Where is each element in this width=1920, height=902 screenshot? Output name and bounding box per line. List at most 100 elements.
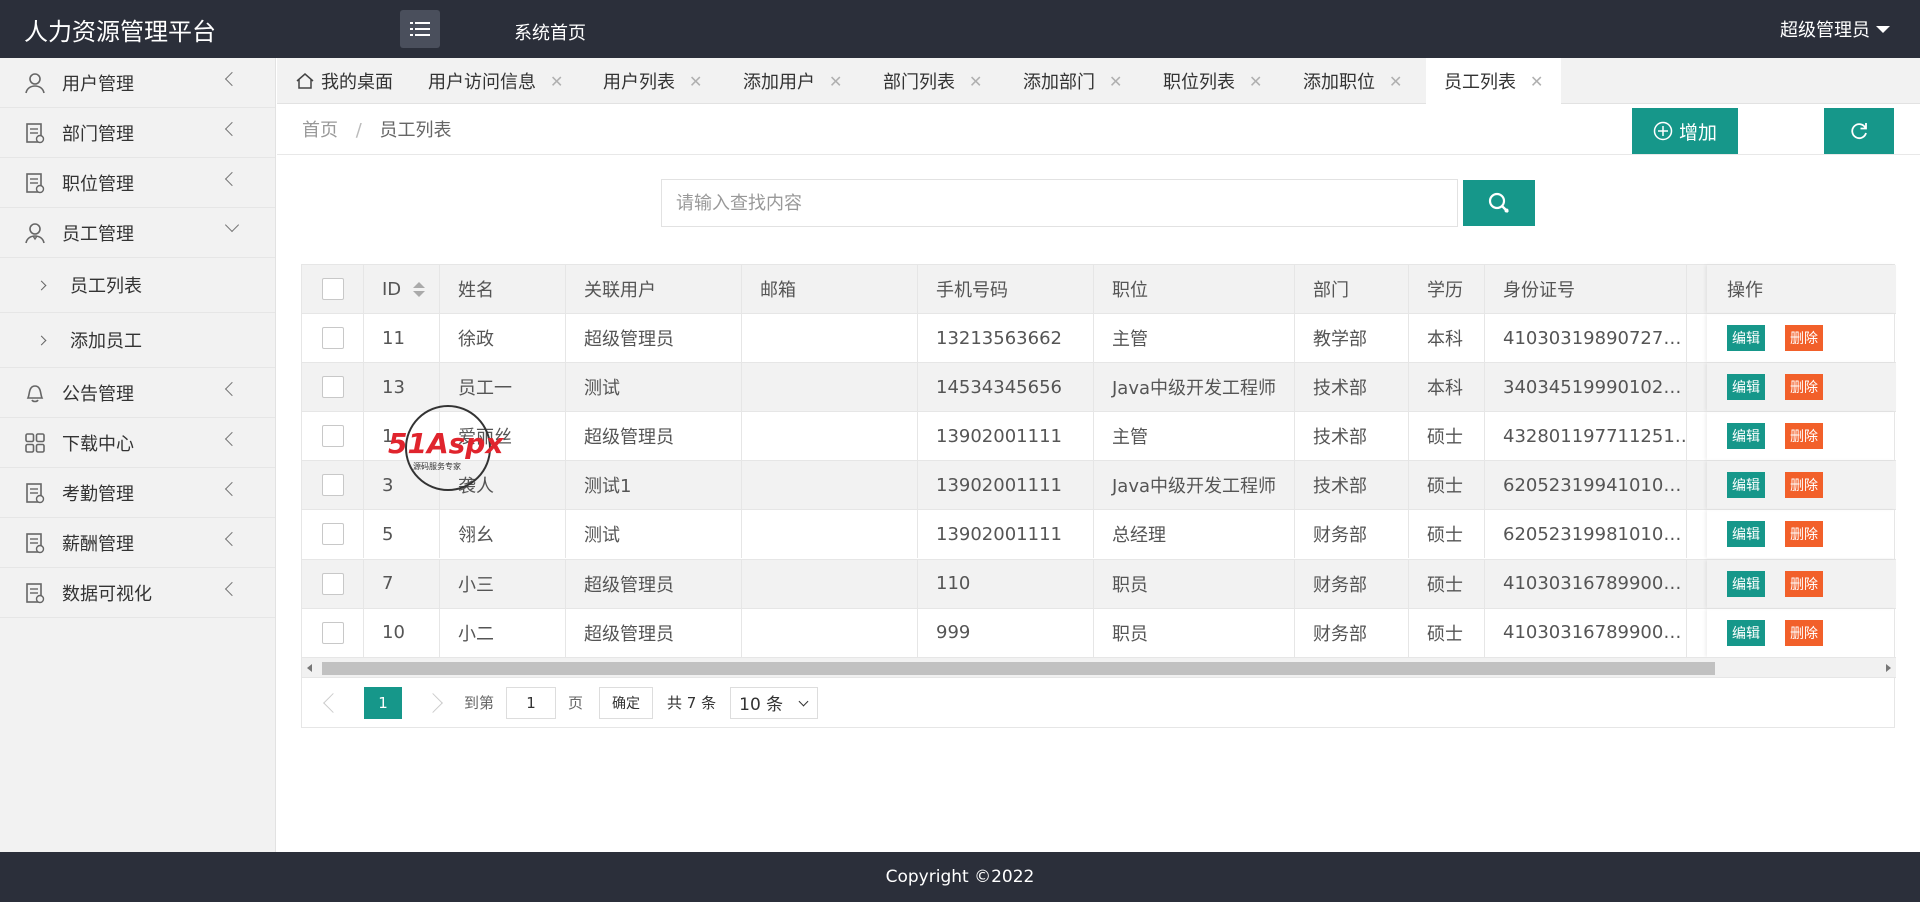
row-checkbox[interactable] [321,572,344,595]
chevron-left-icon [224,581,240,597]
goto-confirm-button[interactable]: 确定 [599,686,654,719]
select-all-checkbox[interactable] [321,278,344,300]
header-id-card: 身份证号 [1485,265,1687,313]
close-icon[interactable]: ✕ [829,72,842,91]
row-checkbox[interactable] [321,621,344,644]
sort-icon[interactable] [413,281,426,297]
delete-button[interactable]: 删除 [1785,472,1823,499]
page-1-button[interactable]: 1 [364,686,402,719]
table-row[interactable]: 10 小二 超级管理员 999 职员 财务部 硕士 41030316789900… 编辑 删除 [302,607,1896,657]
prev-page-icon[interactable] [323,692,343,713]
tab-department-list[interactable]: 部门列表 ✕ [883,58,982,104]
sidebar-subitem-employee-list[interactable]: 员工列表 [0,258,275,313]
close-icon[interactable]: ✕ [1530,72,1543,91]
add-button[interactable]: 增加 [1632,108,1738,154]
delete-button[interactable]: 删除 [1785,325,1823,351]
cell-phone: 110 [918,559,1094,608]
cell-position: 总经理 [1094,510,1295,559]
sidebar-item-employee-management[interactable]: 员工管理 [0,208,275,258]
cell-department: 财务部 [1295,510,1409,559]
delete-button[interactable]: 删除 [1785,521,1823,548]
close-icon[interactable]: ✕ [1109,72,1122,91]
table-row[interactable]: 5 翎幺 测试 13902001111 总经理 财务部 硕士 62052319981010… 编… [302,509,1896,559]
table-row[interactable]: 7 小三 超级管理员 110 职员 财务部 硕士 41030316789900… 编辑 删除 [302,558,1896,608]
cell-select [302,510,364,559]
watermark-brand: 51Aspx [388,427,504,460]
tab-add-user[interactable]: 添加用户 ✕ [743,58,842,104]
sidebar-item-announcement-management[interactable]: 公告管理 [0,368,275,418]
total-count: 共 7 条 [667,694,717,712]
scroll-right-icon[interactable] [1886,664,1891,672]
cell-phone: 13902001111 [918,461,1094,510]
table-row[interactable]: 13 员工一 测试 14534345656 Java中级开发工程师 技术部 本科 340345… [302,362,1896,412]
table-header: ID 姓名 关联用户 邮箱 手机号码 职位 部门 学历 身份证号 操作 [302,265,1896,314]
cell-linked-user: 测试 [566,363,742,412]
breadcrumb-home[interactable]: 首页 [302,120,338,141]
table-row[interactable]: 3 袭人 测试1 13902001111 Java中级开发工程师 技术部 硕士 6205231… [302,460,1896,510]
sidebar-item-position-management[interactable]: 职位管理 [0,158,275,208]
edit-button[interactable]: 编辑 [1727,423,1765,450]
close-icon[interactable]: ✕ [1249,72,1262,91]
table-row[interactable]: 11 徐政 超级管理员 13213563662 主管 教学部 本科 4103031989072… [302,313,1896,362]
tab-add-department[interactable]: 添加部门 ✕ [1023,58,1122,104]
cell-select [302,608,364,657]
close-icon[interactable]: ✕ [689,72,702,91]
tab-user-list[interactable]: 用户列表 ✕ [603,58,702,104]
cell-position: 主管 [1094,314,1295,362]
cell-name: 小二 [440,608,566,657]
employee-icon [24,222,46,244]
horizontal-scrollbar[interactable] [302,657,1896,677]
row-checkbox[interactable] [321,474,344,497]
edit-button[interactable]: 编辑 [1727,472,1765,499]
edit-button[interactable]: 编辑 [1727,570,1765,597]
tab-employee-list[interactable]: 员工列表 ✕ [1426,58,1562,104]
sidebar-item-download-center[interactable]: 下载中心 [0,418,275,468]
delete-button[interactable]: 删除 [1785,423,1823,450]
close-icon[interactable]: ✕ [969,72,982,91]
header-id[interactable]: ID [364,265,440,313]
scrollbar-thumb[interactable] [322,662,1715,675]
sidebar-item-attendance-management[interactable]: 考勤管理 [0,468,275,518]
close-icon[interactable]: ✕ [550,72,563,91]
cell-operations: 编辑 删除 [1707,609,1896,657]
edit-button[interactable]: 编辑 [1727,619,1765,646]
delete-button[interactable]: 删除 [1785,374,1823,401]
search-input[interactable] [661,179,1458,227]
close-icon[interactable]: ✕ [1389,72,1402,91]
edit-button[interactable]: 编辑 [1727,374,1765,401]
delete-button[interactable]: 删除 [1785,619,1823,646]
menu-toggle-button[interactable] [400,10,440,48]
cell-phone: 14534345656 [918,363,1094,412]
system-home-link[interactable]: 系统首页 [514,19,586,45]
row-checkbox[interactable] [321,327,344,349]
tab-user-access-info[interactable]: 用户访问信息 ✕ [428,58,563,104]
sidebar-item-salary-management[interactable]: 薪酬管理 [0,518,275,568]
table-row[interactable]: 1 爱丽丝 超级管理员 13902001111 主管 技术部 硕士 4328011977112… [302,411,1896,461]
chevron-right-icon [36,280,47,291]
refresh-button[interactable] [1824,108,1894,154]
sidebar-subitem-add-employee[interactable]: 添加员工 [0,313,275,368]
cell-linked-user: 超级管理员 [566,412,742,461]
row-checkbox[interactable] [321,523,344,546]
scroll-left-icon[interactable] [307,664,312,672]
sidebar-item-data-visualization[interactable]: 数据可视化 [0,568,275,618]
add-button-label: 增加 [1678,121,1717,144]
goto-page-input[interactable] [506,686,557,719]
tab-my-desktop[interactable]: 我的桌面 [295,58,393,104]
user-menu[interactable]: 超级管理员 [1780,16,1890,42]
tab-label: 用户列表 [603,72,675,93]
sidebar-item-user-management[interactable]: 用户管理 [0,58,275,108]
sidebar-item-label: 下载中心 [62,433,134,455]
delete-button[interactable]: 删除 [1785,570,1823,597]
edit-button[interactable]: 编辑 [1727,325,1765,351]
row-checkbox[interactable] [321,376,344,399]
bell-icon [24,382,46,404]
tab-add-position[interactable]: 添加职位 ✕ [1303,58,1402,104]
tab-position-list[interactable]: 职位列表 ✕ [1163,58,1262,104]
edit-button[interactable]: 编辑 [1727,521,1765,548]
page-size-select[interactable]: 10 条 [730,686,819,719]
next-page-icon[interactable] [423,692,443,713]
search-button[interactable] [1463,180,1535,226]
sidebar-item-department-management[interactable]: 部门管理 [0,108,275,158]
row-checkbox[interactable] [321,425,344,448]
